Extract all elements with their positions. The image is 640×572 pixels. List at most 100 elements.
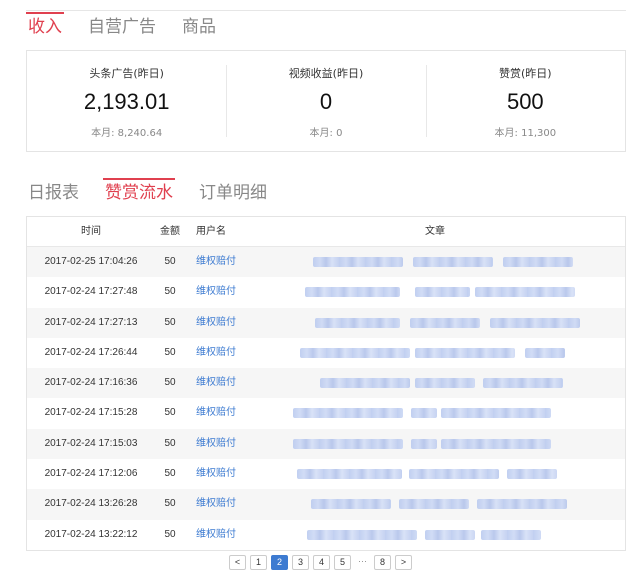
cell-time: 2017-02-24 17:27:13	[44, 316, 138, 328]
page-2-button[interactable]: 2	[271, 555, 288, 570]
table-row: 2017-02-24 13:22:12 50 维权赔付	[27, 520, 625, 550]
blurred-article-title	[311, 499, 391, 510]
cell-amount: 50	[164, 286, 176, 298]
blurred-article-title	[441, 408, 551, 419]
blurred-article-title	[525, 347, 565, 358]
cell-article[interactable]	[245, 398, 625, 428]
stat-value: 0	[319, 89, 333, 114]
blurred-article-title	[481, 529, 541, 540]
blurred-article-title	[503, 257, 573, 267]
user-link[interactable]: 维权赔付	[196, 529, 236, 540]
blurred-article-title	[410, 317, 480, 328]
stat-label: 视频收益(昨日)	[288, 67, 364, 80]
page-1-button[interactable]: 1	[250, 555, 267, 570]
cell-user: 维权赔付	[185, 520, 245, 550]
blurred-article-title	[297, 469, 402, 480]
cell-article[interactable]	[245, 277, 625, 307]
blurred-article-title	[293, 438, 403, 449]
cell-time: 2017-02-24 17:15:03	[44, 437, 138, 449]
blurred-article-title	[293, 408, 403, 419]
cell-time: 2017-02-25 17:04:26	[44, 256, 138, 267]
page-3-button[interactable]: 3	[292, 555, 309, 570]
pagination-ellipsis: ···	[355, 555, 370, 570]
stat-label: 头条广告(昨日)	[89, 67, 164, 80]
cell-user: 维权赔付	[185, 429, 245, 459]
page-5-button[interactable]: 5	[334, 555, 351, 570]
user-link[interactable]: 维权赔付	[196, 286, 236, 297]
table-row: 2017-02-24 13:26:28 50 维权赔付	[27, 489, 625, 520]
table-row: 2017-02-24 17:27:13 50 维权赔付	[27, 307, 625, 338]
tab-order-details[interactable]: 订单明细	[197, 178, 269, 210]
next-page-button[interactable]: >	[395, 555, 412, 570]
blurred-article-title	[399, 499, 469, 510]
blurred-article-title	[300, 347, 410, 358]
main-tabs: 收入 自营广告 商品	[26, 12, 240, 44]
stat-value: 500	[506, 89, 544, 114]
tab-income[interactable]: 收入	[26, 12, 64, 44]
blurred-article-title	[507, 469, 557, 480]
blurred-article-title	[425, 529, 475, 540]
stat-month-total: 本月: 11,300	[494, 128, 557, 139]
pagination: < 1 2 3 4 5 ··· 8 >	[229, 555, 412, 570]
cell-amount: 50	[164, 407, 176, 419]
tab-daily-report[interactable]: 日报表	[26, 178, 81, 210]
user-link[interactable]: 维权赔付	[196, 347, 236, 358]
appreciation-table: 时间 金额 用户名 文章 2017-02-25 17:04:26 50 维权赔付 20…	[26, 216, 626, 551]
cell-user: 维权赔付	[185, 247, 245, 277]
cell-article[interactable]	[245, 338, 625, 368]
cell-user: 维权赔付	[185, 398, 245, 428]
cell-article[interactable]	[245, 459, 625, 489]
blurred-article-title	[315, 317, 400, 328]
cell-amount: 50	[164, 346, 176, 358]
page-8-button[interactable]: 8	[374, 555, 391, 570]
table-row: 2017-02-24 17:27:48 50 维权赔付	[27, 277, 625, 307]
blurred-article-title	[477, 499, 567, 510]
user-link[interactable]: 维权赔付	[196, 377, 236, 388]
cell-time: 2017-02-24 17:16:36	[44, 377, 138, 389]
stats-summary: 头条广告(昨日) 2,193.01 本月: 8,240.64 视频收益(昨日) …	[26, 50, 626, 152]
user-link[interactable]: 维权赔付	[196, 407, 236, 418]
table-row: 2017-02-24 17:15:03 50 维权赔付	[27, 428, 625, 460]
user-link[interactable]: 维权赔付	[196, 468, 236, 479]
cell-amount: 50	[164, 528, 176, 540]
cell-article[interactable]	[245, 308, 625, 338]
cell-amount: 50	[164, 498, 176, 510]
top-divider	[26, 10, 626, 11]
stat-month-total: 本月: 8,240.64	[91, 128, 163, 139]
table-header: 时间 金额 用户名 文章	[27, 217, 625, 247]
tab-goods[interactable]: 商品	[180, 12, 218, 44]
cell-article[interactable]	[245, 489, 625, 519]
user-link[interactable]: 维权赔付	[196, 256, 236, 267]
blurred-article-title	[313, 257, 403, 267]
blurred-article-title	[307, 529, 417, 540]
tab-appreciation-flow[interactable]: 赞赏流水	[103, 178, 175, 210]
user-link[interactable]: 维权赔付	[196, 498, 236, 509]
cell-time: 2017-02-24 13:22:12	[44, 528, 138, 540]
blurred-article-title	[411, 438, 437, 449]
prev-page-button[interactable]: <	[229, 555, 246, 570]
cell-user: 维权赔付	[185, 368, 245, 398]
cell-time: 2017-02-24 17:15:28	[44, 407, 138, 419]
cell-time: 2017-02-24 17:26:44	[44, 346, 138, 358]
user-link[interactable]: 维权赔付	[196, 317, 236, 328]
cell-user: 维权赔付	[185, 459, 245, 489]
cell-amount: 50	[164, 316, 176, 328]
tab-self-ads[interactable]: 自营广告	[86, 12, 158, 44]
blurred-article-title	[409, 469, 499, 480]
cell-article[interactable]	[245, 368, 625, 398]
stat-value: 2,193.01	[83, 89, 170, 114]
user-link[interactable]: 维权赔付	[196, 438, 236, 449]
blurred-article-title	[415, 378, 475, 389]
page-4-button[interactable]: 4	[313, 555, 330, 570]
table-row: 2017-02-24 17:16:36 50 维权赔付	[27, 368, 625, 399]
blurred-article-title	[415, 287, 470, 298]
sub-tabs: 日报表 赞赏流水 订单明细	[26, 178, 291, 210]
cell-amount: 50	[164, 377, 176, 389]
cell-user: 维权赔付	[185, 308, 245, 338]
header-amount: 金额	[160, 226, 180, 237]
cell-article[interactable]	[245, 429, 625, 459]
cell-article[interactable]	[245, 520, 625, 550]
cell-article[interactable]	[245, 247, 625, 277]
cell-user: 维权赔付	[185, 338, 245, 368]
blurred-article-title	[475, 287, 575, 298]
